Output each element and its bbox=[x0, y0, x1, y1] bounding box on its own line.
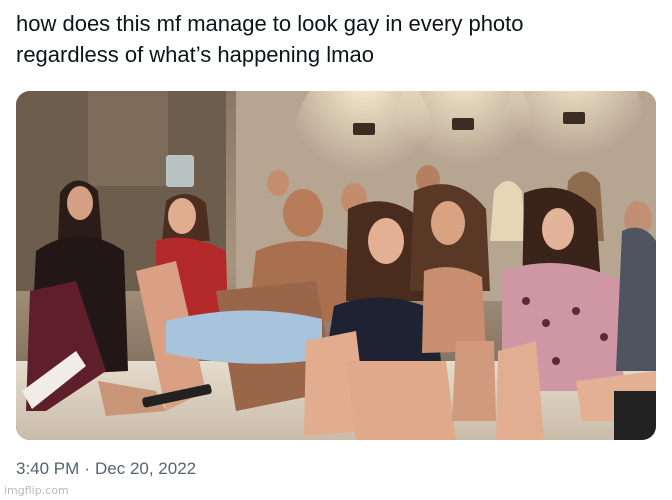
wall-lamp-3 bbox=[563, 112, 585, 124]
tweet-text: how does this mf manage to look gay in e… bbox=[16, 8, 656, 70]
photo-scene bbox=[16, 91, 656, 440]
timestamp-separator: · bbox=[84, 459, 90, 478]
wall-lamp-2 bbox=[452, 118, 474, 130]
water-bottles bbox=[166, 155, 194, 187]
tweet-text-line-1: how does this mf manage to look gay in e… bbox=[16, 11, 524, 36]
door-panel bbox=[88, 91, 168, 186]
tweet-time: 3:40 PM bbox=[16, 459, 80, 478]
wall-lamp-1 bbox=[353, 123, 375, 135]
tweet-timestamp[interactable]: 3:40 PM · Dec 20, 2022 bbox=[16, 459, 196, 479]
imgflip-watermark: imgflip.com bbox=[4, 484, 69, 497]
tweet-date: Dec 20, 2022 bbox=[94, 459, 197, 478]
tweet-text-line-2: regardless of what’s happening lmao bbox=[16, 42, 374, 67]
tweet-photo[interactable] bbox=[16, 91, 656, 440]
